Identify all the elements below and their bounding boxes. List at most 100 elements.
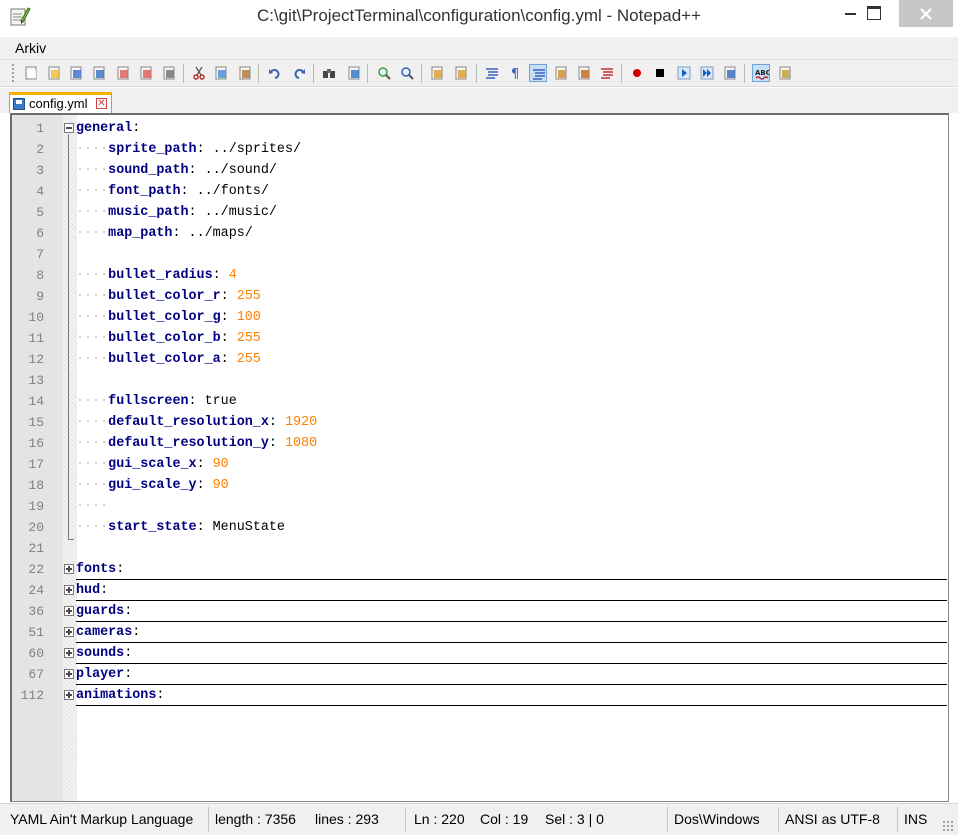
- code-line[interactable]: 20 ····start_state: MenuState: [12, 517, 947, 538]
- code-line[interactable]: 5 ····music_path: ../music/: [12, 202, 947, 223]
- close-all-button[interactable]: [137, 64, 155, 82]
- code-text: ····map_path: ../maps/: [76, 223, 253, 244]
- open-file-button[interactable]: [45, 64, 63, 82]
- undo-button[interactable]: [266, 64, 284, 82]
- code-line[interactable]: 3 ····sound_path: ../sound/: [12, 160, 947, 181]
- fold-expand-icon[interactable]: [64, 669, 74, 679]
- line-number: 60: [28, 646, 44, 661]
- save-button[interactable]: [67, 64, 85, 82]
- cut-button[interactable]: [190, 64, 208, 82]
- code-line[interactable]: 112 animations:: [12, 685, 947, 706]
- replace-button[interactable]: [345, 64, 363, 82]
- code-text: animations:: [76, 685, 164, 706]
- stop-macro-button[interactable]: [651, 64, 669, 82]
- fold-collapse-icon[interactable]: [64, 123, 74, 133]
- tab-close-icon[interactable]: ✕: [96, 98, 107, 109]
- folded-block-underline: [76, 705, 947, 706]
- code-line[interactable]: 11 ····bullet_color_b: 255: [12, 328, 947, 349]
- code-line[interactable]: 10 ····bullet_color_g: 100: [12, 307, 947, 328]
- yaml-key: bullet_color_r: [108, 289, 221, 304]
- save-macro-button[interactable]: [721, 64, 739, 82]
- fold-expand-icon[interactable]: [64, 690, 74, 700]
- line-number: 12: [28, 352, 44, 367]
- code-line[interactable]: 21: [12, 538, 947, 559]
- code-line[interactable]: 24 hud:: [12, 580, 947, 601]
- yaml-key: general: [76, 121, 133, 136]
- doc-map-button[interactable]: [575, 64, 593, 82]
- paste-icon: [238, 66, 252, 80]
- run-macro-multiple-button[interactable]: [698, 64, 716, 82]
- code-line[interactable]: 36 guards:: [12, 601, 947, 622]
- window-title: C:\git\ProjectTerminal\configuration\con…: [256, 6, 702, 25]
- fold-expand-icon[interactable]: [64, 564, 74, 574]
- code-line[interactable]: 1 general:: [12, 118, 947, 139]
- code-line[interactable]: 15 ····default_resolution_x: 1920: [12, 412, 947, 433]
- save-all-button[interactable]: [90, 64, 108, 82]
- menu-arkiv[interactable]: Arkiv: [15, 40, 46, 56]
- code-line[interactable]: 4 ····font_path: ../fonts/: [12, 181, 947, 202]
- tab-config-yml[interactable]: config.yml ✕: [9, 92, 112, 113]
- code-text: ····fullscreen: true: [76, 391, 237, 412]
- code-line[interactable]: 60 sounds:: [12, 643, 947, 664]
- code-line[interactable]: 18 ····gui_scale_y: 90: [12, 475, 947, 496]
- redo-button[interactable]: [290, 64, 308, 82]
- code-line[interactable]: 9 ····bullet_color_r: 255: [12, 286, 947, 307]
- new-file-button[interactable]: [22, 64, 40, 82]
- code-line[interactable]: 51 cameras:: [12, 622, 947, 643]
- spell-check-button[interactable]: ABC: [752, 64, 771, 82]
- status-eol[interactable]: Dos\Windows: [674, 811, 760, 827]
- yaml-key: bullet_color_b: [108, 331, 221, 346]
- show-all-chars-button[interactable]: ¶: [506, 64, 524, 82]
- yaml-key: guards: [76, 604, 125, 619]
- word-wrap-icon: [485, 66, 499, 80]
- code-line[interactable]: 8 ····bullet_radius: 4: [12, 265, 947, 286]
- sync-horizontal-button[interactable]: [452, 64, 470, 82]
- code-text: ····: [76, 496, 108, 517]
- fold-expand-icon[interactable]: [64, 648, 74, 658]
- code-line[interactable]: 17 ····gui_scale_x: 90: [12, 454, 947, 475]
- indent-guide-icon: [532, 67, 546, 81]
- fold-expand-icon[interactable]: [64, 585, 74, 595]
- code-line[interactable]: 22 fonts:: [12, 559, 947, 580]
- copy-button[interactable]: [212, 64, 230, 82]
- whitespace-indent: ····: [76, 142, 109, 157]
- code-line[interactable]: 6 ····map_path: ../maps/: [12, 223, 947, 244]
- fold-expand-icon[interactable]: [64, 606, 74, 616]
- yaml-colon: :: [100, 583, 109, 598]
- find-button[interactable]: [320, 64, 338, 82]
- indent-guide-button[interactable]: [529, 64, 547, 82]
- code-line[interactable]: 14 ····fullscreen: true: [12, 391, 947, 412]
- close-window-button[interactable]: [899, 0, 953, 27]
- close-button[interactable]: [114, 64, 132, 82]
- code-line[interactable]: 7: [12, 244, 947, 265]
- code-line[interactable]: 67 player:: [12, 664, 947, 685]
- yaml-key: animations: [76, 688, 157, 703]
- code-line[interactable]: 13: [12, 370, 947, 391]
- sync-vertical-button[interactable]: [428, 64, 446, 82]
- code-line[interactable]: 19 ····: [12, 496, 947, 517]
- print-button[interactable]: [160, 64, 178, 82]
- word-wrap-button[interactable]: [483, 64, 501, 82]
- zoom-out-button[interactable]: [398, 64, 416, 82]
- user-lang-button[interactable]: [552, 64, 570, 82]
- code-line[interactable]: 12 ····bullet_color_a: 255: [12, 349, 947, 370]
- editor-area[interactable]: 1 general: 2 ····sprite_path: ../sprites/3 ·…: [10, 113, 949, 802]
- spell-options-button[interactable]: [776, 64, 794, 82]
- paste-button[interactable]: [236, 64, 254, 82]
- code-line[interactable]: 16 ····default_resolution_y: 1080: [12, 433, 947, 454]
- maximize-button[interactable]: [852, 0, 898, 27]
- line-number: 6: [36, 226, 44, 241]
- resize-grip[interactable]: [942, 820, 954, 832]
- toolbar-grip[interactable]: [11, 63, 15, 84]
- record-macro-button[interactable]: [628, 64, 646, 82]
- function-list-button[interactable]: [598, 64, 616, 82]
- zoom-in-button[interactable]: [375, 64, 393, 82]
- play-macro-button[interactable]: [675, 64, 693, 82]
- fold-expand-icon[interactable]: [64, 627, 74, 637]
- code-line[interactable]: 2 ····sprite_path: ../sprites/: [12, 139, 947, 160]
- yaml-value: 100: [228, 310, 261, 325]
- status-encoding[interactable]: ANSI as UTF-8: [785, 811, 880, 827]
- line-number: 24: [28, 583, 44, 598]
- status-insert-mode[interactable]: INS: [904, 811, 927, 827]
- yaml-colon: :: [196, 520, 205, 535]
